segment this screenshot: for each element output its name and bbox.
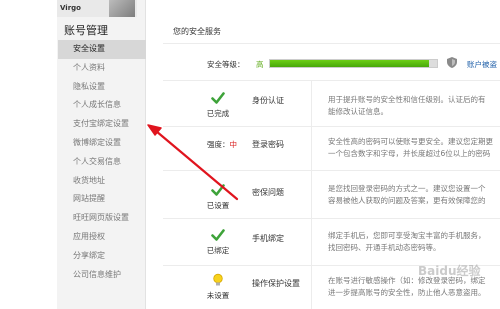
sidebar-item-company-info[interactable]: 公司信息维护 bbox=[58, 266, 146, 285]
divider bbox=[163, 126, 500, 127]
sidebar-item-site-reminders[interactable]: 网站提醒 bbox=[58, 190, 146, 209]
operation-protection-status: 未设置 bbox=[193, 273, 243, 301]
divider bbox=[163, 218, 500, 219]
security-question-status: 已设置 bbox=[193, 183, 243, 211]
security-level-bar bbox=[269, 59, 438, 68]
column-divider bbox=[311, 80, 312, 309]
desc-line: 绑定手机后，您即可享受淘宝丰富的手机服务， bbox=[328, 231, 486, 240]
sidebar-item-growth-info[interactable]: 个人成长信息 bbox=[58, 96, 146, 115]
password-strength: 强度：中 bbox=[207, 139, 237, 150]
desc-line: 能修改认证信息。 bbox=[328, 107, 388, 116]
shield-icon bbox=[447, 57, 457, 68]
divider bbox=[163, 80, 500, 81]
identity-verification-desc: 用于提升账号的安全性和信任级别。认证后的有 能修改认证信息。 bbox=[328, 94, 500, 118]
desc-line: 用于提升账号的安全性和信任级别。认证后的有 bbox=[328, 95, 486, 104]
watermark: Baidu经验 bbox=[418, 264, 481, 278]
check-icon bbox=[211, 92, 225, 104]
sidebar-item-transaction-info[interactable]: 个人交易信息 bbox=[58, 153, 146, 172]
sidebar-item-alipay-binding[interactable]: 支付宝绑定设置 bbox=[58, 115, 146, 134]
security-level-value: 高 bbox=[256, 60, 264, 69]
login-password-title: 登录密码 bbox=[252, 140, 284, 149]
divider bbox=[163, 43, 500, 44]
desc-line: 进一步提高账号的安全性，防止他人恶意盗用。 bbox=[328, 288, 486, 297]
identity-status-text: 已完成 bbox=[206, 109, 230, 118]
identity-status: 已完成 bbox=[193, 91, 243, 119]
phone-binding-desc: 绑定手机后，您即可享受淘宝丰富的手机服务， 找回密码、开通手机动态密码等。 bbox=[328, 230, 500, 254]
desc-line: 容易被他人获取的问题及答案，更有效保障您的 bbox=[328, 196, 486, 205]
divider bbox=[163, 170, 500, 171]
sidebar-item-app-authorization[interactable]: 应用授权 bbox=[58, 228, 146, 247]
identity-verification-title: 身份认证 bbox=[252, 96, 284, 105]
check-icon bbox=[211, 184, 225, 196]
password-strength-label: 强度： bbox=[207, 140, 230, 149]
security-question-title: 密保问题 bbox=[252, 188, 284, 197]
operation-protection-title: 操作保护设置 bbox=[252, 279, 300, 288]
lightbulb-icon bbox=[213, 273, 223, 286]
security-question-desc: 是您找回登录密码的方式之一。建议您设置一个 容易被他人获取的问题及答案，更有效保… bbox=[328, 183, 500, 207]
avatar-username: Virgo bbox=[60, 4, 81, 12]
desc-line: 一个包含数字和字母，并长度超过6位以上的密码 bbox=[328, 149, 491, 158]
avatar[interactable]: Virgo bbox=[57, 0, 137, 17]
sidebar-item-share-binding[interactable]: 分享绑定 bbox=[58, 247, 146, 266]
desc-line: 找回密码、开通手机动态密码等。 bbox=[328, 243, 441, 252]
phone-binding-status-text: 已绑定 bbox=[206, 246, 230, 255]
sidebar: Virgo 账号管理 安全设置 个人资料 隐私设置 个人成长信息 支付宝绑定设置… bbox=[0, 0, 150, 309]
security-level-fill bbox=[270, 60, 429, 67]
account-stolen-link[interactable]: 账户被盗 bbox=[467, 59, 497, 70]
sidebar-item-security-settings[interactable]: 安全设置 bbox=[58, 40, 146, 59]
sidebar-title: 账号管理 bbox=[64, 24, 108, 37]
login-password-desc: 安全性高的密码可以使账号更安全。建议您定期更 一个包含数字和字母，并长度超过6位… bbox=[328, 136, 500, 160]
phone-binding-status: 已绑定 bbox=[193, 228, 243, 256]
desc-line: 是您找回登录密码的方式之一。建议您设置一个 bbox=[328, 184, 486, 193]
sidebar-item-personal-profile[interactable]: 个人资料 bbox=[58, 59, 146, 78]
sidebar-menu: 安全设置 个人资料 隐私设置 个人成长信息 支付宝绑定设置 微博绑定设置 个人交… bbox=[58, 40, 146, 284]
section-title: 您的安全服务 bbox=[173, 27, 221, 36]
sidebar-item-wangwang-web-settings[interactable]: 旺旺网页版设置 bbox=[58, 209, 146, 228]
sidebar-item-weibo-binding[interactable]: 微博绑定设置 bbox=[58, 134, 146, 153]
sidebar-item-shipping-address[interactable]: 收货地址 bbox=[58, 172, 146, 191]
check-icon bbox=[211, 229, 225, 241]
phone-binding-title: 手机绑定 bbox=[252, 234, 284, 243]
security-level-label: 安全等级： bbox=[207, 60, 245, 69]
operation-protection-status-text: 未设置 bbox=[206, 291, 230, 300]
desc-line: 安全性高的密码可以使账号更安全。建议您定期更 bbox=[328, 137, 493, 146]
sidebar-item-privacy-settings[interactable]: 隐私设置 bbox=[58, 78, 146, 97]
security-question-status-text: 已设置 bbox=[206, 201, 230, 210]
avatar-image bbox=[109, 0, 135, 17]
password-strength-value: 中 bbox=[229, 140, 238, 149]
